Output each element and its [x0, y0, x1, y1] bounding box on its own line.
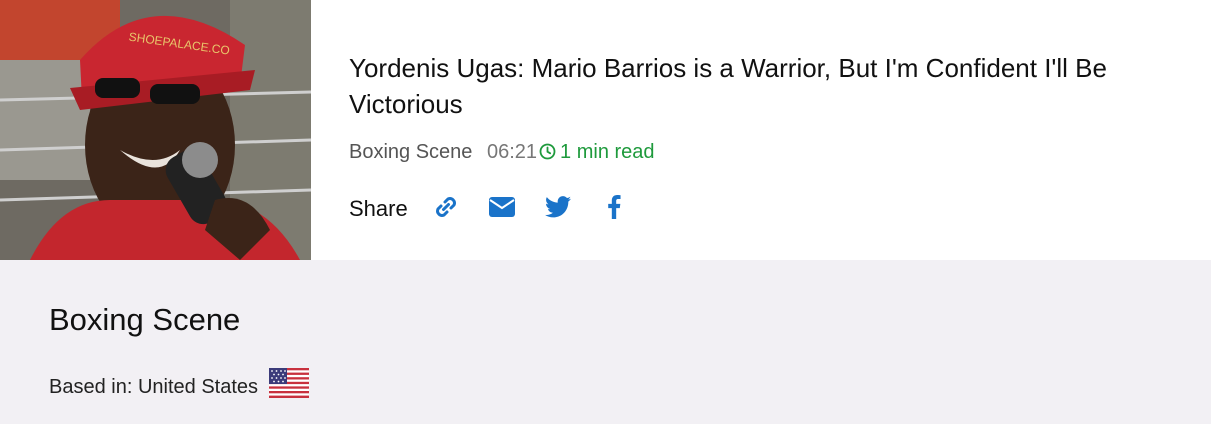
- clock-icon: [539, 141, 556, 167]
- facebook-icon: [607, 195, 621, 219]
- article-time: 06:21: [486, 141, 538, 163]
- link-icon: [433, 194, 459, 220]
- copy-link-button[interactable]: [428, 191, 464, 223]
- article-source[interactable]: Boxing Scene: [349, 141, 472, 163]
- publisher-location: Based in: United States: [49, 368, 310, 406]
- twitter-share-button[interactable]: [540, 191, 576, 223]
- email-share-button[interactable]: [484, 191, 520, 223]
- based-in-text: Based in: United States: [49, 376, 259, 398]
- article-photo[interactable]: SHOEPALACE.CO: [0, 0, 311, 260]
- boxer-photo-illustration: SHOEPALACE.CO: [0, 0, 311, 260]
- publisher-name[interactable]: Boxing Scene: [49, 300, 240, 340]
- email-icon: [488, 197, 515, 217]
- share-bar: Share: [349, 191, 652, 223]
- article-headline[interactable]: Yordenis Ugas: Mario Barrios is a Warrio…: [349, 50, 1189, 122]
- us-flag-icon: [269, 368, 310, 406]
- read-time: 1 min read: [560, 141, 655, 163]
- share-label: Share: [349, 196, 408, 221]
- facebook-share-button[interactable]: [596, 191, 632, 223]
- article-meta: Boxing Scene 06:21 1 min read: [349, 139, 655, 167]
- twitter-icon: [544, 196, 571, 218]
- article-card[interactable]: SHOEPALACE.CO Yordenis Ugas: Mario Barri…: [0, 0, 1211, 260]
